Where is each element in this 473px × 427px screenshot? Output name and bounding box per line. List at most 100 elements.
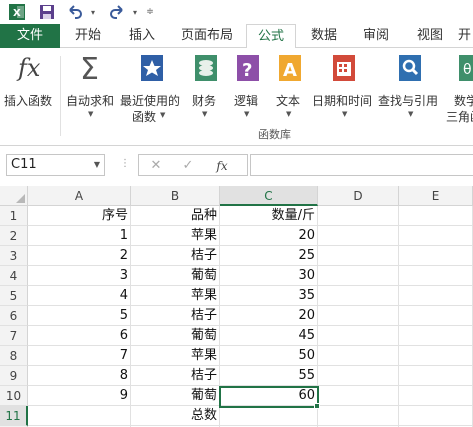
customize-toolbar-icon[interactable]: ≑	[144, 2, 156, 22]
tab-data[interactable]: 数据	[304, 24, 344, 48]
math-trig-button[interactable]: θ 数学 三角函	[446, 52, 473, 124]
cell-e4[interactable]	[399, 266, 473, 286]
cell-c9[interactable]: 55	[220, 366, 318, 386]
row-header-6[interactable]: 6	[0, 306, 28, 326]
row-header-5[interactable]: 5	[0, 286, 28, 306]
redo-dropdown-icon[interactable]: ▾	[130, 2, 140, 22]
cell-b9[interactable]: 桔子	[131, 366, 220, 386]
cell-e8[interactable]	[399, 346, 473, 366]
cell-d3[interactable]	[318, 246, 399, 266]
row-header-10[interactable]: 10	[0, 386, 28, 406]
cell-e10[interactable]	[399, 386, 473, 406]
select-all-button[interactable]	[0, 186, 28, 206]
fill-handle[interactable]	[314, 403, 320, 409]
column-header-c[interactable]: C	[220, 186, 318, 206]
cell-c3[interactable]: 25	[220, 246, 318, 266]
cell-b3[interactable]: 桔子	[131, 246, 220, 266]
column-header-a[interactable]: A	[28, 186, 131, 206]
cell-b10[interactable]: 葡萄	[131, 386, 220, 406]
undo-icon[interactable]	[64, 2, 86, 22]
row-header-1[interactable]: 1	[0, 206, 28, 226]
insert-function-button[interactable]: fx 插入函数	[4, 52, 56, 124]
cell-d11[interactable]	[318, 406, 399, 426]
row-header-2[interactable]: 2	[0, 226, 28, 246]
cell-e3[interactable]	[399, 246, 473, 266]
insert-function-fx-icon[interactable]: fx	[211, 156, 233, 176]
column-header-b[interactable]: B	[131, 186, 220, 206]
cell-c7[interactable]: 45	[220, 326, 318, 346]
row-header-8[interactable]: 8	[0, 346, 28, 366]
cell-a4[interactable]: 3	[28, 266, 131, 286]
save-icon[interactable]	[36, 2, 58, 22]
cell-e1[interactable]	[399, 206, 473, 226]
cell-d8[interactable]	[318, 346, 399, 366]
row-header-7[interactable]: 7	[0, 326, 28, 346]
cell-e5[interactable]	[399, 286, 473, 306]
name-box[interactable]: C11 ▼	[6, 154, 105, 176]
cell-c8[interactable]: 50	[220, 346, 318, 366]
formula-input[interactable]	[250, 154, 473, 176]
enter-icon[interactable]: ✓	[177, 156, 199, 176]
logical-button[interactable]: ? 逻辑 ▼	[230, 52, 266, 124]
active-cell-c11[interactable]	[219, 386, 319, 408]
cell-e6[interactable]	[399, 306, 473, 326]
cell-a11[interactable]	[28, 406, 131, 426]
cell-a8[interactable]: 7	[28, 346, 131, 366]
name-box-dropdown-icon[interactable]: ▼	[94, 155, 100, 175]
cell-c1[interactable]: 数量/斤	[220, 206, 318, 226]
undo-dropdown-icon[interactable]: ▾	[88, 2, 98, 22]
tab-developer[interactable]: 开	[456, 24, 473, 48]
cell-c2[interactable]: 20	[220, 226, 318, 246]
tab-view[interactable]: 视图	[410, 24, 450, 48]
cell-a9[interactable]: 8	[28, 366, 131, 386]
cell-a1[interactable]: 序号	[28, 206, 131, 226]
cell-b1[interactable]: 品种	[131, 206, 220, 226]
column-header-d[interactable]: D	[318, 186, 399, 206]
cell-a6[interactable]: 5	[28, 306, 131, 326]
row-header-4[interactable]: 4	[0, 266, 28, 286]
cell-d10[interactable]	[318, 386, 399, 406]
autosum-button[interactable]: Σ 自动求和 ▼	[66, 52, 118, 124]
cell-e11[interactable]	[399, 406, 473, 426]
cell-b6[interactable]: 桔子	[131, 306, 220, 326]
cell-a3[interactable]: 2	[28, 246, 131, 266]
financial-button[interactable]: 财务 ▼	[188, 52, 224, 124]
cell-c4[interactable]: 30	[220, 266, 318, 286]
cell-e2[interactable]	[399, 226, 473, 246]
cell-a7[interactable]: 6	[28, 326, 131, 346]
cell-b8[interactable]: 苹果	[131, 346, 220, 366]
cell-a10[interactable]: 9	[28, 386, 131, 406]
cell-d9[interactable]	[318, 366, 399, 386]
tab-review[interactable]: 审阅	[356, 24, 396, 48]
column-header-e[interactable]: E	[399, 186, 473, 206]
row-header-3[interactable]: 3	[0, 246, 28, 266]
lookup-reference-button[interactable]: 查找与引用 ▼	[378, 52, 442, 124]
cell-c6[interactable]: 20	[220, 306, 318, 326]
cell-d2[interactable]	[318, 226, 399, 246]
cell-d7[interactable]	[318, 326, 399, 346]
cell-b5[interactable]: 苹果	[131, 286, 220, 306]
datetime-button[interactable]: 日期和时间 ▼	[312, 52, 376, 124]
recently-used-button[interactable]: 最近使用的 函数 ▼	[120, 52, 182, 124]
tab-insert[interactable]: 插入	[120, 24, 164, 48]
cell-b7[interactable]: 葡萄	[131, 326, 220, 346]
tab-home[interactable]: 开始	[68, 24, 108, 48]
redo-icon[interactable]	[106, 2, 128, 22]
cell-c11[interactable]	[220, 406, 318, 426]
cell-e7[interactable]	[399, 326, 473, 346]
cell-b2[interactable]: 苹果	[131, 226, 220, 246]
cell-d4[interactable]	[318, 266, 399, 286]
cell-d5[interactable]	[318, 286, 399, 306]
row-header-9[interactable]: 9	[0, 366, 28, 386]
cell-b4[interactable]: 葡萄	[131, 266, 220, 286]
cell-c5[interactable]: 35	[220, 286, 318, 306]
tab-formulas[interactable]: 公式	[246, 24, 296, 49]
cell-a5[interactable]: 4	[28, 286, 131, 306]
cell-a2[interactable]: 1	[28, 226, 131, 246]
cell-d1[interactable]	[318, 206, 399, 226]
cell-b11[interactable]: 总数	[131, 406, 220, 426]
formula-bar-grip-icon[interactable]: ⋮	[120, 158, 130, 169]
row-header-11[interactable]: 11	[0, 406, 28, 426]
text-button[interactable]: A 文本 ▼	[272, 52, 308, 124]
excel-logo-icon[interactable]: X	[6, 2, 28, 22]
